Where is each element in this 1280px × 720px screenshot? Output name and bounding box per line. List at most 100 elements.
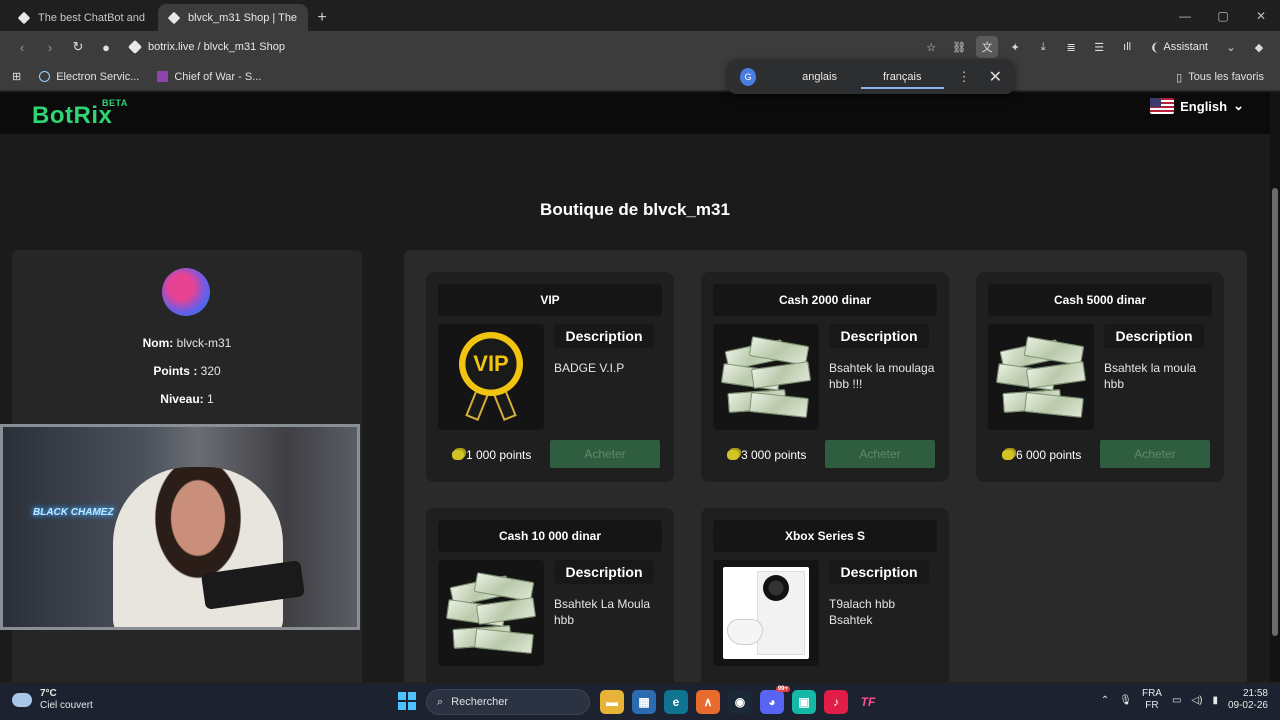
name-value: blvck-m31 [176,336,232,350]
coins-icon [452,450,464,460]
logo-text: BotRix [32,102,113,129]
item-title: Cash 5000 dinar [988,284,1212,316]
share-link-icon[interactable]: ⛓ [948,36,970,58]
voice-search-icon[interactable]: ● [94,35,118,59]
money-stack-image [713,324,819,430]
browser-toolbar: ‹ › ↻ ● botrix.live / blvck_m31 Shop ☆ ⛓… [0,31,1280,63]
clock-date: 09-02-26 [1227,700,1268,711]
tab-chatbot[interactable]: The best ChatBot and W [8,4,158,31]
folder-icon: ▯ [1176,71,1183,84]
input-language[interactable]: FRA FR [1142,688,1162,712]
tab-strip: The best ChatBot and W blvck_m31 Shop | … [0,0,1280,31]
apps-grid-icon[interactable]: ⊞ [12,70,21,83]
buy-button[interactable]: Acheter [1100,440,1210,468]
taskbar-search[interactable]: ⌕ Rechercher [426,689,590,715]
streamer [113,467,283,627]
shop-item-card: VIP VIP Description BADGE V.I.P 1 000 po… [426,272,674,482]
microsoft-store-icon[interactable]: ▦ [632,690,656,714]
audio-wave-icon[interactable]: ıll [1116,36,1138,58]
streaming-app-icon[interactable]: ∧ [696,690,720,714]
windows-start-icon[interactable] [398,692,416,710]
item-description: Bsahtek la moulaga hbb !!! [829,361,935,391]
bookmarks-bar: ⊞ Electron Servic... Chief of War - S...… [0,63,1280,91]
money-stack-image [438,560,544,666]
item-price: 3 000 points [727,448,806,462]
discord-icon[interactable]: ◕ 99+ [760,686,790,714]
clock-time: 21:58 [1242,688,1268,699]
site-info-icon[interactable] [127,39,143,55]
description-heading: Description [1104,324,1204,348]
tiktok-studio-icon[interactable]: TF [856,690,880,714]
temperature: 7°C [40,688,57,699]
weather-condition: Ciel couvert [40,700,93,711]
language-selector[interactable]: English ⌄ [1150,98,1244,114]
translate-icon[interactable]: 文 [976,36,999,58]
close-icon[interactable]: ✕ [989,67,1002,87]
reload-icon[interactable]: ↻ [66,35,90,59]
price-value: 6 000 points [1016,448,1082,462]
description-heading: Description [829,324,929,348]
battery-icon[interactable]: ▮ [1212,695,1218,706]
tab-shop[interactable]: blvck_m31 Shop | The be [158,4,308,31]
reading-list-icon[interactable]: ≣ [1060,36,1082,58]
maximize-icon[interactable]: ▢ [1204,0,1242,31]
network-icon[interactable]: ▭ [1172,695,1181,706]
translate-source-language[interactable]: anglais [778,60,861,94]
botrix-favicon-icon [167,11,181,24]
item-title: Xbox Series S [713,520,937,552]
us-flag-icon [1150,98,1175,114]
discord-badge: 99+ [775,686,790,692]
clock[interactable]: 21:58 09-02-26 [1228,688,1268,712]
system-tray: ⌃ 🎙 FRA FR ▭ ◁) ▮ 21:58 09-02-26 [1101,688,1268,712]
weather-widget[interactable]: 7°C Ciel couvert [12,687,93,712]
bookmark-star-icon[interactable]: ☆ [920,36,942,58]
money-stack-image [988,324,1094,430]
page-title: Boutique de blvck_m31 [540,200,730,219]
microphone-icon[interactable]: 🎙 [1119,695,1132,706]
extensions-icon[interactable]: ✦ [1004,36,1026,58]
botrix-logo[interactable]: BotRix BETA [32,98,127,130]
item-title: Cash 2000 dinar [713,284,937,316]
level-value: 1 [207,392,214,406]
translate-target-language[interactable]: français [860,60,944,94]
chevron-down-icon[interactable]: ⌄ [1220,36,1242,58]
steam-icon[interactable]: ◉ [728,690,752,714]
chat-app-icon[interactable]: ▣ [792,690,816,714]
profile-points: Points : 320 [12,364,362,378]
windows-taskbar: 7°C Ciel couvert ⌕ Rechercher ▬ ▦ e ∧ ◉ … [0,684,1280,720]
forward-icon[interactable]: › [38,35,62,59]
buy-button[interactable]: Acheter [550,440,660,468]
all-bookmarks[interactable]: ▯ Tous les favoris [1176,63,1264,91]
minimize-icon[interactable]: — [1166,0,1204,31]
avatar [162,268,210,316]
shop-items: VIP VIP Description BADGE V.I.P 1 000 po… [404,250,1247,682]
menu-lines-icon[interactable]: ☰ [1088,36,1110,58]
close-window-icon[interactable]: ✕ [1242,0,1280,31]
toolbar-actions: ☆ ⛓ 文 ✦ ⤓ ≣ ☰ ıll ❨ Assistant ⌄ ◆ [920,31,1270,63]
bookmark-electron[interactable]: Electron Servic... [39,71,139,83]
tiktok-icon[interactable]: ♪ [824,690,848,714]
download-icon[interactable]: ⤓ [1032,36,1054,58]
new-tab-button[interactable]: + [308,4,336,31]
description-heading: Description [554,560,654,584]
chevron-up-icon[interactable]: ⌃ [1101,695,1109,706]
more-options-icon[interactable]: ⋮ [958,69,971,85]
page-scrollbar[interactable] [1272,188,1278,636]
coins-icon [727,450,739,460]
assistant-button[interactable]: ❨ Assistant [1144,41,1214,54]
back-icon[interactable]: ‹ [10,35,34,59]
tab-label: The best ChatBot and W [38,11,148,24]
coins-icon [1002,450,1014,460]
price-value: 3 000 points [741,448,807,462]
file-explorer-icon[interactable]: ▬ [600,690,624,714]
address-bar[interactable]: botrix.live / blvck_m31 Shop [127,34,960,60]
profile-icon[interactable]: ◆ [1248,36,1270,58]
name-label: Nom: [142,336,174,350]
volume-icon[interactable]: ◁) [1191,695,1202,706]
bookmark-chief-of-war[interactable]: Chief of War - S... [157,71,261,83]
keyboard-layout: FR [1145,700,1159,711]
buy-button[interactable]: Acheter [825,440,935,468]
points-label: Points : [153,364,198,378]
level-label: Niveau: [160,392,204,406]
edge-browser-icon[interactable]: e [664,690,688,714]
